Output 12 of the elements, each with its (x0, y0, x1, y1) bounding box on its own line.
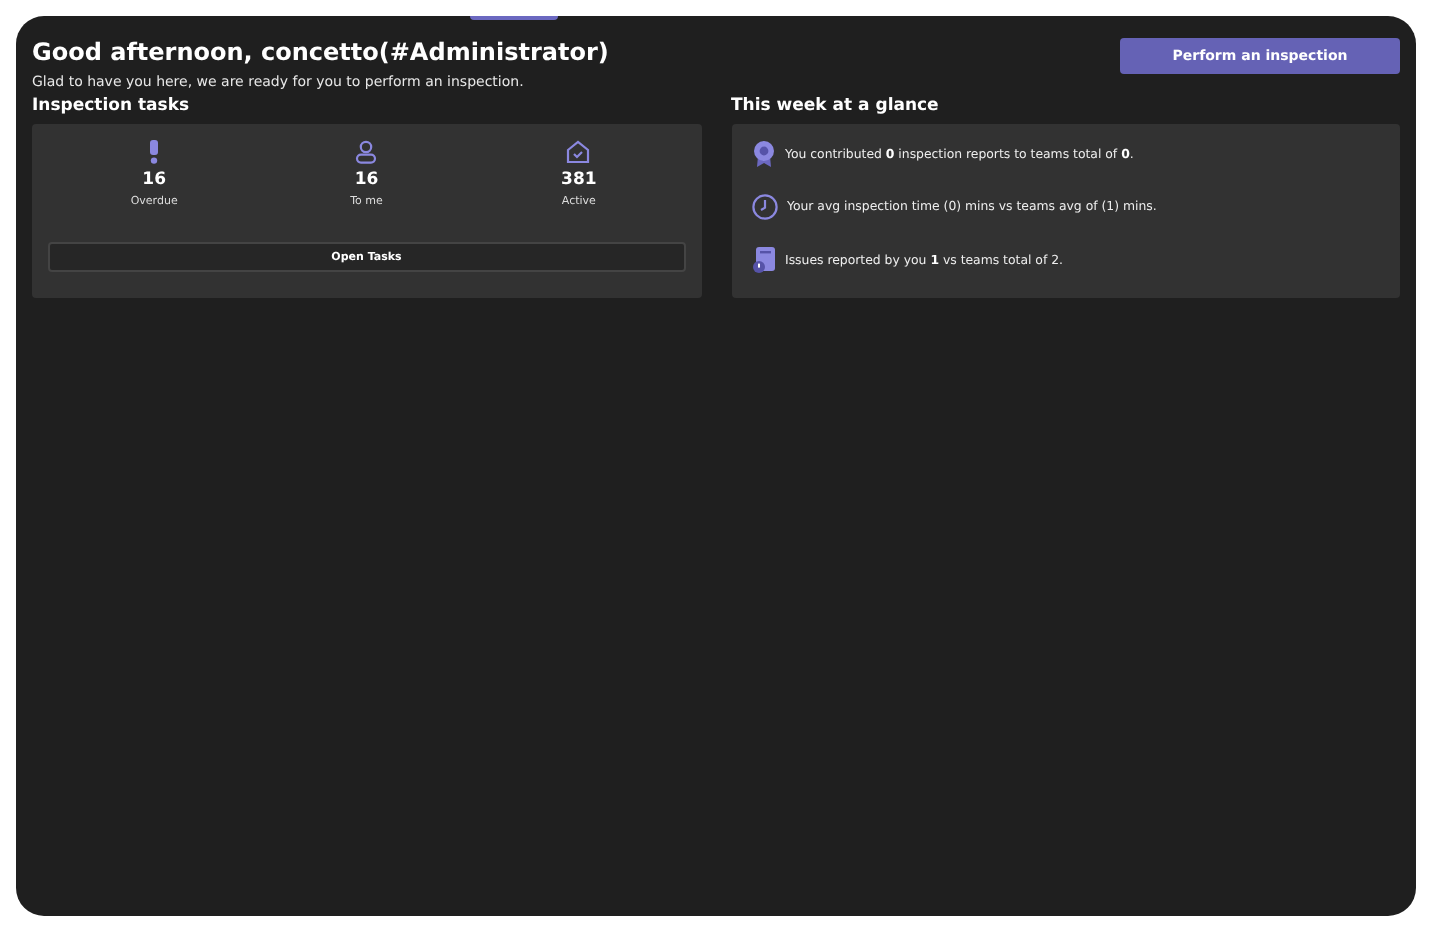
award-icon (751, 140, 775, 168)
clock-icon (751, 194, 777, 220)
section-heading: This week at a glance (731, 96, 941, 116)
greeting-title: Good afternoon, concetto(#Administrator) (32, 38, 609, 66)
stat-count: 381 (561, 170, 597, 190)
stat-count: 16 (354, 170, 379, 190)
person-icon (354, 140, 379, 164)
section-heading: Inspection tasks (32, 96, 192, 116)
stat-count: 16 (142, 170, 166, 190)
document-alert-icon (751, 246, 775, 274)
top-indicator (470, 16, 558, 20)
envelope-check-icon (566, 140, 591, 164)
